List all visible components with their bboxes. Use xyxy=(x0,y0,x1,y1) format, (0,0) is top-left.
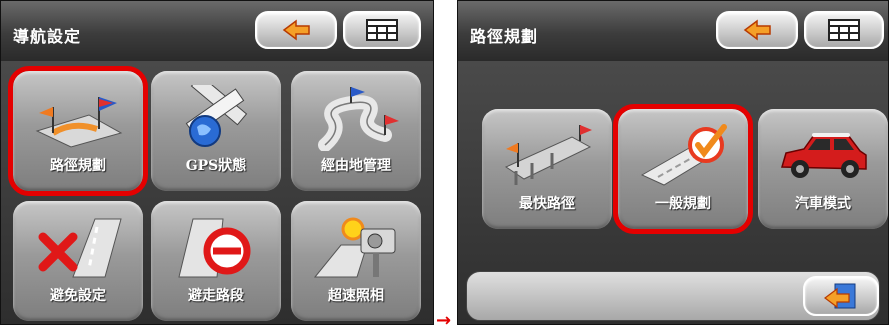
avoid-settings-icon xyxy=(38,218,122,278)
bottom-bar xyxy=(466,271,880,321)
back-button[interactable] xyxy=(255,11,337,49)
tile-waypoint-management[interactable]: 經由地管理 xyxy=(291,71,421,191)
menu-button[interactable] xyxy=(804,11,884,49)
return-button[interactable] xyxy=(803,276,879,316)
tile-label: 汽車模式 xyxy=(795,196,851,212)
tile-gps-status[interactable]: GPS狀態 xyxy=(151,71,281,191)
normal-planning-icon xyxy=(640,124,727,186)
screen-title: 導航設定 xyxy=(13,27,82,46)
transition-arrow: → xyxy=(436,310,452,331)
tile-label: 路徑規劃 xyxy=(50,158,106,174)
route-planning-icon xyxy=(35,97,123,148)
menu-grid: 路徑規劃 GPS狀態 經由地管理 避免設定 避走路段 超速照相 xyxy=(1,61,433,324)
tile-label: 一般規劃 xyxy=(655,196,711,212)
tile-label: GPS狀態 xyxy=(185,158,247,174)
tile-label: 最快路徑 xyxy=(519,196,575,212)
tile-speed-camera[interactable]: 超速照相 xyxy=(291,201,421,321)
back-arrow-icon xyxy=(282,19,310,41)
grid-menu-icon xyxy=(828,19,860,41)
tile-car-mode[interactable]: 汽車模式 xyxy=(758,109,888,229)
menu-button[interactable] xyxy=(343,11,421,49)
gps-satellite-icon xyxy=(185,85,248,147)
tile-route-planning[interactable]: 路徑規劃 xyxy=(8,66,148,196)
car-mode-icon xyxy=(781,133,867,178)
tile-normal-planning[interactable]: 一般規劃 xyxy=(613,104,753,234)
title-bar: 導航設定 xyxy=(1,1,433,61)
fastest-route-icon xyxy=(504,125,592,185)
back-button[interactable] xyxy=(716,11,798,49)
return-icon xyxy=(824,283,856,309)
waypoint-management-icon xyxy=(318,87,399,151)
grid-menu-icon xyxy=(366,19,398,41)
menu-grid: 最快路徑 一般規劃 汽車模式 xyxy=(458,61,888,324)
screen-title: 路徑規劃 xyxy=(470,27,539,46)
back-arrow-icon xyxy=(743,19,771,41)
avoid-road-section-icon xyxy=(178,218,251,278)
tile-label: 經由地管理 xyxy=(321,158,391,174)
tile-label: 避免設定 xyxy=(50,288,106,304)
tile-fastest-route[interactable]: 最快路徑 xyxy=(482,109,612,229)
tile-avoid-settings[interactable]: 避免設定 xyxy=(13,201,143,321)
speed-camera-icon xyxy=(313,217,396,278)
navigation-settings-screen: 導航設定 路徑規劃 GPS狀態 經由地管理 避免設定 避走路段 超速照相 xyxy=(0,0,434,325)
title-bar: 路徑規劃 xyxy=(458,1,888,61)
tile-label: 避走路段 xyxy=(188,288,244,304)
route-planning-screen: 路徑規劃 最快路徑 一般規劃 汽車模式 xyxy=(457,0,889,325)
tile-avoid-road-section[interactable]: 避走路段 xyxy=(151,201,281,321)
tile-label: 超速照相 xyxy=(328,288,384,304)
